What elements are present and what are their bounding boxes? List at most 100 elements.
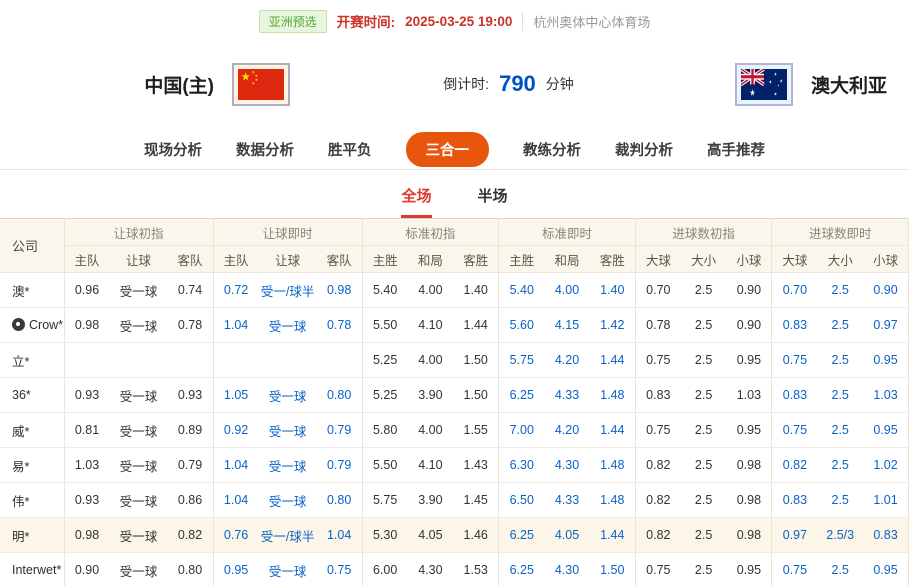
nav-tab-4[interactable]: 教练分析 [523, 139, 581, 160]
odds-cell: 0.83 [772, 483, 818, 518]
nav-tab-5[interactable]: 裁判分析 [615, 139, 673, 160]
odds-cell: 2.5 [817, 448, 863, 483]
sub-header: 大球 [635, 246, 681, 273]
odds-cell: 1.01 [863, 483, 909, 518]
company-cell[interactable]: 易* [0, 448, 64, 483]
company-cell[interactable]: Interwet* [0, 553, 64, 586]
odds-cell: 0.80 [168, 553, 214, 586]
odds-cell: 0.74 [168, 273, 214, 308]
odds-cell: 0.79 [317, 413, 363, 448]
odds-cell: 0.75 [772, 343, 818, 378]
odds-cell: 受一球 [259, 483, 317, 518]
odds-cell: 0.82 [635, 448, 681, 483]
odds-cell: 0.95 [726, 553, 772, 586]
odds-cell: 2.5 [681, 343, 727, 378]
table-row: 澳*0.96受一球0.740.72受一/球半0.985.404.001.405.… [0, 273, 909, 308]
odds-cell: 1.43 [453, 448, 499, 483]
company-name: 易* [12, 460, 29, 474]
odds-cell: 受一球 [110, 518, 168, 553]
odds-cell: 0.89 [168, 413, 214, 448]
odds-cell: 1.48 [590, 448, 636, 483]
odds-cell: 1.03 [863, 378, 909, 413]
odds-cell: 6.30 [499, 448, 545, 483]
period-tab-1[interactable]: 半场 [478, 185, 508, 218]
odds-cell: 4.00 [544, 273, 590, 308]
odds-cell: 0.90 [863, 273, 909, 308]
odds-cell: 0.82 [635, 518, 681, 553]
company-cell[interactable]: 36* [0, 378, 64, 413]
odds-cell: 0.80 [317, 378, 363, 413]
odds-cell: 6.25 [499, 553, 545, 586]
kickoff-time: 2025-03-25 19:00 [405, 14, 512, 29]
match-info-bar: 亚洲预选 开赛时间: 2025-03-25 19:00 杭州奥体中心体育场 [0, 0, 909, 36]
company-name: 澳* [12, 285, 29, 299]
sub-header: 客队 [317, 246, 363, 273]
odds-cell: 2.5 [681, 448, 727, 483]
odds-cell: 0.98 [317, 273, 363, 308]
nav-tab-0[interactable]: 现场分析 [144, 139, 202, 160]
odds-cell: 0.90 [64, 553, 110, 586]
odds-cell: 4.30 [408, 553, 454, 586]
odds-cell: 2.5 [681, 413, 727, 448]
odds-cell: 4.10 [408, 448, 454, 483]
company-cell[interactable]: 澳* [0, 273, 64, 308]
odds-cell: 2.5 [681, 483, 727, 518]
company-cell[interactable]: 伟* [0, 483, 64, 518]
odds-cell: 0.81 [64, 413, 110, 448]
countdown-unit: 分钟 [546, 74, 574, 94]
odds-cell [110, 343, 168, 378]
company-name: 立* [12, 355, 29, 369]
countdown-value: 790 [496, 71, 539, 97]
odds-cell: 0.90 [726, 273, 772, 308]
odds-cell: 1.53 [453, 553, 499, 586]
odds-cell: 1.42 [590, 308, 636, 343]
odds-cell: 2.5/3 [817, 518, 863, 553]
company-logo-icon [12, 318, 25, 331]
odds-cell: 受一/球半 [259, 518, 317, 553]
odds-cell: 1.48 [590, 483, 636, 518]
odds-cell: 0.93 [64, 378, 110, 413]
odds-cell: 0.75 [772, 553, 818, 586]
odds-cell: 0.93 [64, 483, 110, 518]
nav-tab-1[interactable]: 数据分析 [236, 139, 294, 160]
odds-cell: 0.75 [317, 553, 363, 586]
odds-cell: 0.95 [863, 553, 909, 586]
odds-cell: 1.45 [453, 483, 499, 518]
odds-cell: 1.44 [453, 308, 499, 343]
odds-cell: 1.50 [453, 378, 499, 413]
odds-cell: 5.40 [362, 273, 408, 308]
sub-header: 和局 [408, 246, 454, 273]
sub-header: 让球 [110, 246, 168, 273]
odds-cell: 1.02 [863, 448, 909, 483]
odds-cell: 0.86 [168, 483, 214, 518]
company-column-header: 公司 [0, 219, 64, 273]
company-cell[interactable]: Crow* [0, 308, 64, 343]
company-cell[interactable]: 威* [0, 413, 64, 448]
odds-cell: 2.5 [817, 553, 863, 586]
sub-header: 主胜 [499, 246, 545, 273]
odds-cell: 4.10 [408, 308, 454, 343]
company-cell[interactable]: 立* [0, 343, 64, 378]
odds-cell: 受一球 [259, 378, 317, 413]
nav-tab-6[interactable]: 高手推荐 [707, 139, 765, 160]
odds-cell: 0.90 [726, 308, 772, 343]
period-tab-0[interactable]: 全场 [401, 185, 431, 218]
sub-header: 主队 [213, 246, 259, 273]
company-cell[interactable]: 明* [0, 518, 64, 553]
odds-cell: 1.50 [453, 343, 499, 378]
odds-cell: 受一球 [110, 553, 168, 586]
odds-cell: 3.90 [408, 378, 454, 413]
odds-cell: 受一球 [110, 378, 168, 413]
odds-cell: 4.00 [408, 413, 454, 448]
sub-header: 和局 [544, 246, 590, 273]
group-header-5: 进球数即时 [772, 219, 909, 246]
nav-tab-2[interactable]: 胜平负 [328, 139, 372, 160]
odds-cell: 2.5 [817, 273, 863, 308]
odds-cell: 5.80 [362, 413, 408, 448]
nav-tabs: 现场分析 数据分析 胜平负 三合一 教练分析 裁判分析 高手推荐 [0, 132, 909, 170]
nav-tab-3[interactable]: 三合一 [406, 132, 490, 167]
odds-cell: 1.40 [453, 273, 499, 308]
odds-cell: 4.30 [544, 553, 590, 586]
odds-cell: 0.96 [64, 273, 110, 308]
odds-cell: 受一球 [110, 273, 168, 308]
